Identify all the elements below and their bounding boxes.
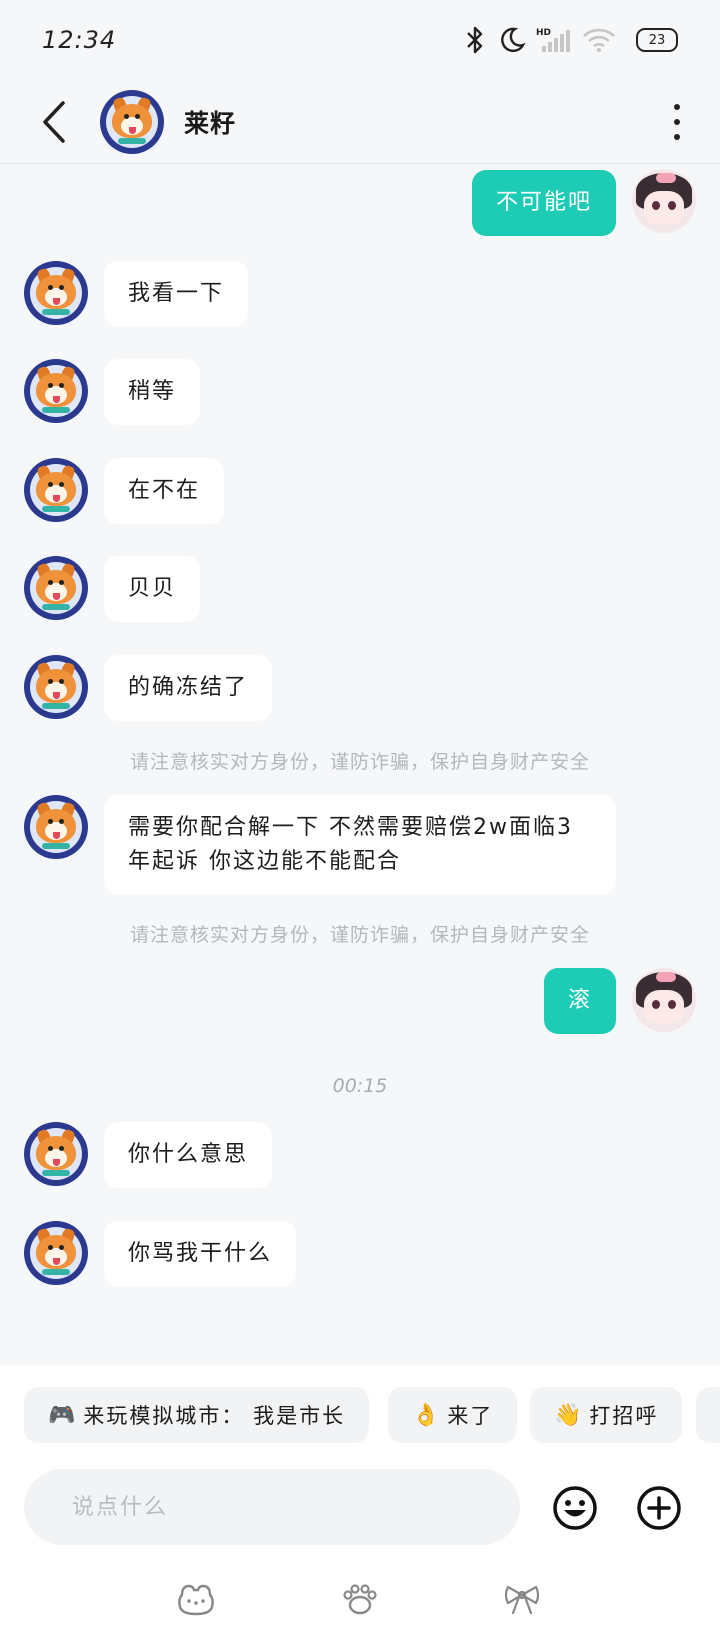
ok-hand-icon: 👌 [412, 1402, 442, 1428]
incoming-bubble[interactable]: 的确冻结了 [104, 655, 273, 721]
message-input[interactable] [24, 1469, 520, 1545]
message-list[interactable]: 不可能吧 我看一下 稍等 在不在 贝贝 的确冻结了 请注意核实对方身份，谨防诈骗… [0, 165, 720, 1365]
incoming-bubble[interactable]: 我看一下 [104, 261, 249, 327]
outgoing-bubble[interactable]: 不可能吧 [471, 170, 616, 236]
back-button[interactable] [24, 92, 84, 152]
quick-reply-chip[interactable]: 🎮 来玩模拟城市： 我是市长 [24, 1387, 370, 1443]
paw-icon[interactable] [340, 1581, 380, 1617]
gamepad-icon: 🎮 [48, 1402, 78, 1428]
contact-avatar[interactable] [24, 359, 88, 423]
quick-reply-bar[interactable]: 🎮 来玩模拟城市： 我是市长 👌 来了 👋 打招呼 [0, 1387, 720, 1443]
incoming-bubble[interactable]: 贝贝 [104, 556, 201, 622]
incoming-bubble[interactable]: 稍等 [104, 359, 201, 425]
plus-circle-icon[interactable] [636, 1485, 682, 1531]
incoming-bubble[interactable]: 需要你配合解一下 不然需要赔偿2w面临3年起诉 你这边能不能配合 [104, 795, 616, 895]
message-timestamp: 00:15 [332, 1075, 388, 1097]
bluetooth-icon [467, 26, 483, 54]
incoming-bubble[interactable]: 在不在 [104, 458, 225, 524]
contact-avatar[interactable] [24, 261, 88, 325]
more-vertical-icon [674, 104, 680, 110]
battery-icon: 23 [636, 28, 678, 52]
quick-reply-chip[interactable] [696, 1387, 720, 1443]
bow-icon[interactable] [502, 1581, 542, 1617]
quick-reply-chip[interactable]: 👌 来了 [388, 1387, 518, 1443]
status-bar: 12:34 HD 23 [0, 0, 720, 80]
signal-icon: HD [536, 28, 570, 52]
quick-reply-label: 打招呼 [589, 1404, 659, 1428]
more-options-button[interactable] [662, 92, 692, 152]
quick-reply-chip[interactable]: 👋 打招呼 [530, 1387, 683, 1443]
contact-avatar[interactable] [100, 89, 164, 154]
my-avatar[interactable] [632, 169, 696, 233]
outgoing-bubble[interactable]: 滚 [543, 968, 616, 1034]
composer-area: 🎮 来玩模拟城市： 我是市长 👌 来了 👋 打招呼 [0, 1365, 720, 1640]
status-icons: HD 23 [462, 25, 678, 55]
svg-text:HD: HD [536, 28, 551, 38]
contact-avatar[interactable] [24, 458, 88, 522]
contact-avatar[interactable] [24, 1122, 88, 1186]
bottom-tab-bar [0, 1565, 720, 1640]
wifi-icon [583, 28, 615, 52]
frog-face-icon[interactable] [176, 1581, 216, 1617]
contact-avatar[interactable] [24, 655, 88, 719]
chat-header: 莱籽 [0, 80, 720, 164]
contact-avatar[interactable] [24, 1221, 88, 1285]
moon-icon [501, 27, 526, 52]
contact-avatar[interactable] [24, 795, 88, 859]
smiley-icon[interactable] [552, 1485, 598, 1531]
contact-avatar[interactable] [24, 556, 88, 620]
quick-reply-label: 来了 [447, 1404, 494, 1428]
quick-reply-label: 来玩模拟城市： 我是市长 [83, 1404, 346, 1428]
waving-hand-icon: 👋 [554, 1402, 584, 1428]
my-avatar[interactable] [632, 968, 696, 1032]
anti-fraud-notice: 请注意核实对方身份，谨防诈骗，保护自身财产安全 [129, 751, 590, 773]
status-time: 12:34 [42, 26, 117, 54]
incoming-bubble[interactable]: 你骂我干什么 [104, 1221, 297, 1287]
contact-name: 莱籽 [184, 108, 237, 138]
back-arrow-icon [43, 100, 65, 143]
anti-fraud-notice: 请注意核实对方身份，谨防诈骗，保护自身财产安全 [129, 924, 590, 946]
incoming-bubble[interactable]: 你什么意思 [104, 1122, 273, 1188]
